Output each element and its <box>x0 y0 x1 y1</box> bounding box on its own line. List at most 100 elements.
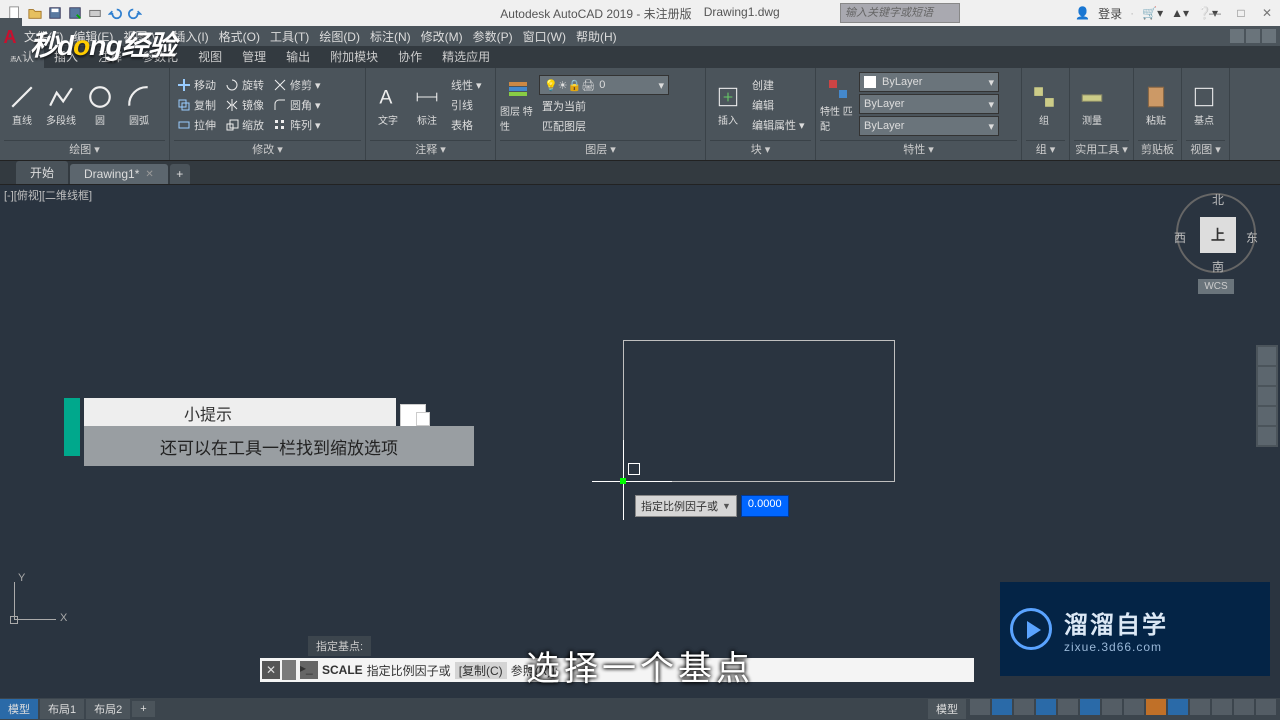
menu-draw[interactable]: 绘图(D) <box>319 28 360 45</box>
viewcube-east[interactable]: 东 <box>1246 229 1258 246</box>
cmdline-prompt-icon[interactable]: ▸_ <box>300 661 318 679</box>
tab-manage[interactable]: 管理 <box>232 45 276 68</box>
user-icon[interactable]: 👤 <box>1075 6 1090 20</box>
maximize-icon[interactable]: □ <box>1228 2 1254 24</box>
status-snap-icon[interactable] <box>992 699 1012 715</box>
status-polar-icon[interactable] <box>1036 699 1056 715</box>
panel-clip-title[interactable]: 剪贴板 <box>1138 140 1177 158</box>
panel-view-title[interactable]: 视图 ▾ <box>1186 140 1225 158</box>
status-layout1[interactable]: 布局1 <box>40 699 84 719</box>
line-button[interactable]: 直线 <box>4 77 40 133</box>
measure-button[interactable]: 测量 <box>1074 77 1110 133</box>
doctab-close-icon[interactable]: ✕ <box>145 169 153 180</box>
cmdline-handle[interactable] <box>282 660 296 680</box>
panel-props-title[interactable]: 特性 ▾ <box>820 140 1017 158</box>
status-model[interactable]: 模型 <box>0 699 38 719</box>
search-input[interactable]: 输入关键字或短语 <box>840 3 960 23</box>
circle-button[interactable]: 圆 <box>82 77 118 133</box>
layerprops-button[interactable]: 图层 特性 <box>500 77 536 133</box>
tab-collab[interactable]: 协作 <box>388 45 432 68</box>
login-link[interactable]: 登录 <box>1098 5 1122 22</box>
panel-layer-title[interactable]: 图层 ▾ <box>500 140 701 158</box>
paste-button[interactable]: 粘贴 <box>1138 77 1174 133</box>
menu-dim[interactable]: 标注(N) <box>370 28 411 45</box>
cmdline-close-icon[interactable]: ✕ <box>262 661 280 679</box>
text-button[interactable]: A文字 <box>370 77 406 133</box>
layer-combo[interactable]: 💡☀🔒🖨 0▾ <box>539 75 669 95</box>
viewcube-south[interactable]: 南 <box>1212 258 1224 275</box>
navbar-orbit-icon[interactable] <box>1258 407 1276 425</box>
block-create[interactable]: 创建 <box>749 76 808 94</box>
qat-saveas-icon[interactable] <box>66 4 84 22</box>
leader-button[interactable]: 引线 <box>448 96 485 114</box>
status-dyn-icon[interactable] <box>1168 699 1188 715</box>
layer-match[interactable]: 匹配图层 <box>539 117 669 135</box>
panel-modify-title[interactable]: 修改 ▾ <box>174 140 361 158</box>
navbar-showmotion-icon[interactable] <box>1258 427 1276 445</box>
status-cycle-icon[interactable] <box>1146 699 1166 715</box>
status-model-toggle[interactable]: 模型 <box>928 699 966 719</box>
table-button[interactable]: 表格 <box>448 116 485 134</box>
layer-setcurrent[interactable]: 置为当前 <box>539 97 589 115</box>
menu-tools[interactable]: 工具(T) <box>270 28 309 45</box>
fillet-button[interactable]: 圆角▾ <box>270 96 324 114</box>
doc-min-icon[interactable] <box>1230 29 1244 43</box>
status-transp-icon[interactable] <box>1124 699 1144 715</box>
status-units-icon[interactable] <box>1212 699 1232 715</box>
copy-button[interactable]: 复制 <box>174 96 219 114</box>
rotate-button[interactable]: 旋转 <box>222 76 267 94</box>
status-ortho-icon[interactable] <box>1014 699 1034 715</box>
status-iso-icon[interactable] <box>1058 699 1078 715</box>
group-button[interactable]: 组 <box>1026 77 1062 133</box>
tab-featured[interactable]: 精选应用 <box>432 45 500 68</box>
qat-undo-icon[interactable] <box>106 4 124 22</box>
block-edit[interactable]: 编辑 <box>749 96 808 114</box>
status-clean-icon[interactable] <box>1234 699 1254 715</box>
prop-lweight[interactable]: ByLayer▾ <box>859 94 999 114</box>
panel-draw-title[interactable]: 绘图 ▾ <box>4 140 165 158</box>
status-osnap-icon[interactable] <box>1080 699 1100 715</box>
navbar-wheel-icon[interactable] <box>1258 347 1276 365</box>
prop-color[interactable]: ByLayer▾ <box>859 72 999 92</box>
doc-max-icon[interactable] <box>1246 29 1260 43</box>
doctab-drawing1[interactable]: Drawing1*✕ <box>70 164 168 184</box>
viewcube-north[interactable]: 北 <box>1212 191 1224 208</box>
status-lweight-icon[interactable] <box>1102 699 1122 715</box>
tab-addins[interactable]: 附加模块 <box>320 45 388 68</box>
menu-insert[interactable]: 插入(I) <box>173 28 208 45</box>
viewport-label[interactable]: [-][俯视][二维线框] <box>4 187 92 203</box>
navbar-zoom-icon[interactable] <box>1258 387 1276 405</box>
exchange-icon[interactable]: 🛒▾ <box>1142 6 1163 20</box>
qat-redo-icon[interactable] <box>126 4 144 22</box>
panel-block-title[interactable]: 块 ▾ <box>710 140 811 158</box>
menu-window[interactable]: 窗口(W) <box>523 28 566 45</box>
status-grid-icon[interactable] <box>970 699 990 715</box>
viewcube-top[interactable]: 上 <box>1200 217 1236 253</box>
panel-annot-title[interactable]: 注释 ▾ <box>370 140 491 158</box>
status-custom-icon[interactable] <box>1256 699 1276 715</box>
arc-button[interactable]: 圆弧 <box>121 77 157 133</box>
wcs-tag[interactable]: WCS <box>1198 279 1233 294</box>
dyn-value-input[interactable]: 0.0000 <box>741 495 789 517</box>
matchprop-button[interactable]: 特性 匹配 <box>820 77 856 133</box>
move-button[interactable]: 移动 <box>174 76 219 94</box>
status-layout2[interactable]: 布局2 <box>86 699 130 719</box>
doc-close-icon[interactable] <box>1262 29 1276 43</box>
navbar-pan-icon[interactable] <box>1258 367 1276 385</box>
block-attr[interactable]: 编辑属性▾ <box>749 116 808 134</box>
trim-button[interactable]: 修剪▾ <box>270 76 324 94</box>
array-button[interactable]: 阵列▾ <box>270 116 324 134</box>
basepoint-button[interactable]: 基点 <box>1186 77 1222 133</box>
viewcube-west[interactable]: 西 <box>1174 229 1186 246</box>
stretch-button[interactable]: 拉伸 <box>174 116 219 134</box>
view-cube[interactable]: 北 南 东 西 上 WCS <box>1176 193 1256 293</box>
minimize-icon[interactable]: — <box>1202 2 1228 24</box>
app-menu-icon[interactable] <box>0 18 22 56</box>
tab-view[interactable]: 视图 <box>188 45 232 68</box>
prop-ltype[interactable]: ByLayer▾ <box>859 116 999 136</box>
tab-output[interactable]: 输出 <box>276 45 320 68</box>
polyline-button[interactable]: 多段线 <box>43 77 79 133</box>
scale-button[interactable]: 缩放 <box>222 116 267 134</box>
cmd-option-copy[interactable]: [复制(C) <box>455 662 507 679</box>
insert-button[interactable]: 插入 <box>710 77 746 133</box>
